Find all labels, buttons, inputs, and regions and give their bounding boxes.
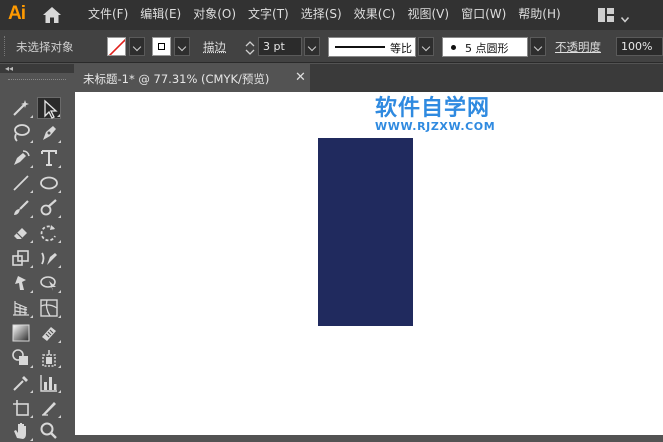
- menu-bar: Ai 文件(F) 编辑(E) 对象(O) 文字(T) 选择(S) 效果(C) 视…: [0, 0, 663, 30]
- app-logo: Ai: [8, 3, 26, 24]
- opacity-label[interactable]: 不透明度: [555, 39, 601, 55]
- profile-dropdown[interactable]: [418, 37, 434, 56]
- warp-icon[interactable]: [37, 247, 61, 269]
- brush-definition[interactable]: 5 点圆形: [442, 37, 528, 57]
- menu-edit[interactable]: 编辑(E): [134, 0, 187, 30]
- chevron-down-icon[interactable]: [620, 12, 630, 23]
- fill-dropdown[interactable]: [129, 37, 145, 56]
- stroke-swatch[interactable]: [152, 37, 171, 56]
- lasso-icon[interactable]: [9, 122, 33, 144]
- eraser-icon[interactable]: [9, 222, 33, 244]
- menu-window[interactable]: 窗口(W): [455, 0, 512, 30]
- free-transform-icon[interactable]: [37, 272, 61, 294]
- profile-line: [335, 46, 385, 48]
- artboard-icon[interactable]: [9, 397, 33, 419]
- zoom-icon[interactable]: [37, 420, 61, 442]
- shape-builder-icon[interactable]: [9, 347, 33, 369]
- shaper-icon[interactable]: [37, 197, 61, 219]
- control-bar: 未选择对象 描边 3 pt 等比 5 点圆形 不透明度 100%: [0, 30, 663, 63]
- line-segment-icon[interactable]: [9, 172, 33, 194]
- opacity-input[interactable]: 100%: [616, 37, 663, 56]
- direct-selection-icon[interactable]: [37, 97, 61, 119]
- menu-select[interactable]: 选择(S): [295, 0, 348, 30]
- curvature-icon[interactable]: [9, 147, 33, 169]
- mesh-icon[interactable]: [37, 297, 61, 319]
- selected-rectangle-shape[interactable]: [318, 138, 413, 326]
- tools-panel: [0, 73, 74, 441]
- brush-dropdown[interactable]: [530, 37, 546, 56]
- menu-view[interactable]: 视图(V): [401, 0, 455, 30]
- watermark-url: WWW.RJZXW.COM: [375, 120, 496, 133]
- document-tab-bar: 未标题-1* @ 77.31% (CMYK/预览) ✕: [74, 64, 663, 92]
- fill-swatch[interactable]: [107, 37, 126, 56]
- close-icon[interactable]: ✕: [295, 70, 306, 85]
- stroke-dropdown[interactable]: [174, 37, 190, 56]
- menu-help[interactable]: 帮助(H): [512, 0, 566, 30]
- magic-wand-icon[interactable]: [9, 97, 33, 119]
- puppet-warp-icon[interactable]: [9, 272, 33, 294]
- hand-icon[interactable]: [9, 420, 33, 442]
- home-icon[interactable]: [42, 6, 62, 24]
- slice-eraser-icon[interactable]: [37, 322, 61, 344]
- variable-width-profile[interactable]: 等比: [328, 37, 416, 57]
- selection-status: 未选择对象: [16, 40, 74, 54]
- ellipse-icon[interactable]: [37, 172, 61, 194]
- rotate-icon[interactable]: [37, 222, 61, 244]
- eyedropper-icon[interactable]: [9, 372, 33, 394]
- stroke-weight-input[interactable]: 3 pt: [258, 37, 302, 56]
- menu-object[interactable]: 对象(O): [187, 0, 242, 30]
- panel-grip[interactable]: [4, 36, 8, 56]
- artboard-canvas[interactable]: 软件自学网 WWW.RJZXW.COM: [75, 92, 663, 435]
- collapse-panel-icon[interactable]: ◂◂: [5, 64, 13, 73]
- menu-list: 文件(F) 编辑(E) 对象(O) 文字(T) 选择(S) 效果(C) 视图(V…: [82, 0, 567, 30]
- document-tab-title: 未标题-1* @ 77.31% (CMYK/预览): [83, 72, 270, 86]
- brush-dot-icon: [451, 45, 456, 50]
- menu-effect[interactable]: 效果(C): [348, 0, 402, 30]
- pen-icon[interactable]: [37, 122, 61, 144]
- slice-icon[interactable]: [37, 397, 61, 419]
- brush-label: 5 点圆形: [465, 42, 509, 55]
- watermark-title: 软件自学网: [375, 96, 491, 121]
- scale-icon[interactable]: [9, 247, 33, 269]
- workspace-switcher-icon[interactable]: [597, 7, 615, 23]
- panel-grip[interactable]: [8, 79, 66, 82]
- type-icon[interactable]: [37, 147, 61, 169]
- stroke-weight-stepper[interactable]: [244, 38, 256, 58]
- tools-panel-header: ◂◂: [0, 64, 74, 73]
- document-tab[interactable]: 未标题-1* @ 77.31% (CMYK/预览) ✕: [74, 64, 310, 92]
- profile-label: 等比: [390, 42, 412, 55]
- paintbrush-icon[interactable]: [9, 197, 33, 219]
- column-graph-icon[interactable]: [37, 372, 61, 394]
- stroke-weight-dropdown[interactable]: [304, 37, 320, 56]
- stroke-label[interactable]: 描边: [203, 39, 226, 55]
- gradient-icon[interactable]: [9, 322, 33, 344]
- perspective-grid-icon[interactable]: [9, 297, 33, 319]
- menu-file[interactable]: 文件(F): [82, 0, 134, 30]
- live-paint-icon[interactable]: [37, 347, 61, 369]
- menu-type[interactable]: 文字(T): [242, 0, 295, 30]
